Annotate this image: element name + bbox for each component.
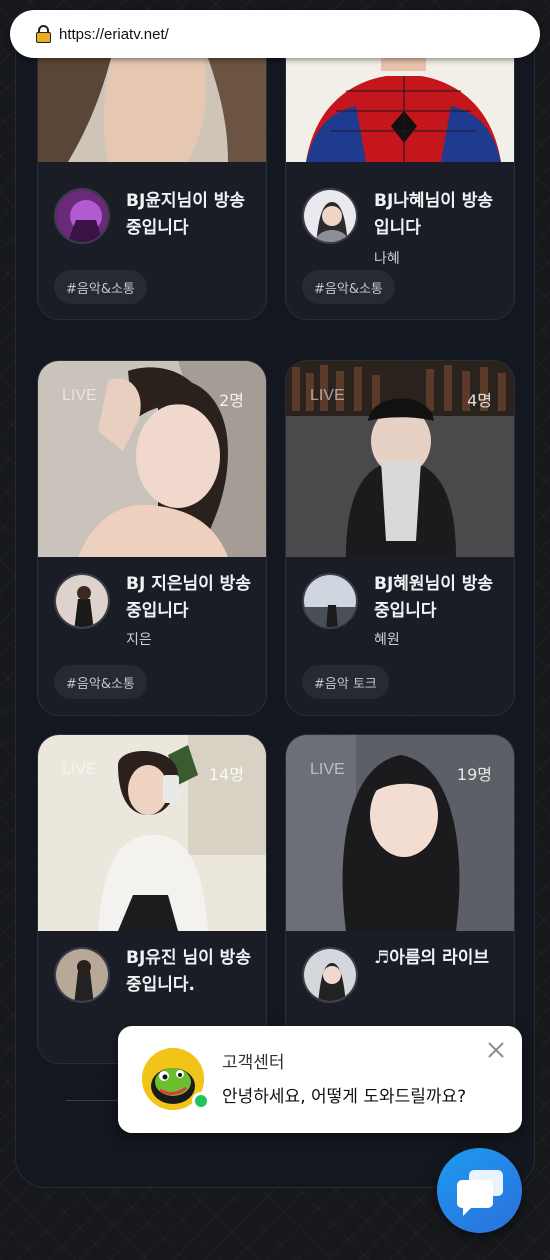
viewer-count: 4명	[467, 391, 492, 410]
avatar[interactable]	[54, 188, 110, 244]
category-tag[interactable]: #음악&소통	[302, 270, 395, 304]
category-tag[interactable]: #음악 토크	[302, 665, 389, 699]
streamer-name: 지은	[126, 632, 152, 648]
category-tag[interactable]: #음악&소통	[54, 665, 147, 699]
support-title: 고객센터	[222, 1053, 285, 1073]
stream-title[interactable]: ♬아름의 라이브	[374, 945, 504, 972]
stream-thumbnail[interactable]: LIVE 14명	[38, 735, 266, 931]
stream-card[interactable]: LIVE 4명 BJ혜원님이 방송중입니다 혜원 #음악 토크	[285, 360, 515, 716]
avatar[interactable]	[54, 573, 110, 629]
chat-button[interactable]	[437, 1148, 522, 1233]
close-icon[interactable]	[486, 1040, 506, 1060]
url-text: https://eriatv.net/	[59, 25, 169, 43]
streamer-name: 혜원	[374, 632, 400, 648]
stream-card[interactable]: LIVE 2명 BJ 지은님이 방송중입니다 지은 #음악&소통	[37, 360, 267, 716]
viewer-count: 19명	[456, 765, 492, 784]
live-label: LIVE	[310, 761, 345, 778]
viewer-count: 14명	[208, 765, 244, 784]
viewer-count: 2명	[219, 391, 244, 410]
stream-card[interactable]: LIVE 14명 BJ유진 님이 방송중입니다.	[37, 734, 267, 1064]
stream-title[interactable]: BJ유진 님이 방송중입니다.	[126, 945, 256, 999]
stream-title[interactable]: BJ혜원님이 방송중입니다	[374, 571, 504, 625]
live-label: LIVE	[62, 387, 97, 404]
avatar[interactable]	[54, 947, 110, 1003]
stream-card[interactable]: BJ나혜님이 방송 입니다 나혜 #음악&소통	[285, 30, 515, 320]
lock-icon	[36, 25, 51, 43]
support-message: 안녕하세요, 어떻게 도와드릴까요?	[222, 1087, 467, 1107]
divider	[66, 1100, 126, 1101]
streamer-name: 나혜	[374, 251, 400, 267]
stream-title[interactable]: BJ나혜님이 방송 입니다	[374, 188, 504, 242]
stream-thumbnail[interactable]: LIVE 19명	[286, 735, 514, 931]
avatar[interactable]	[302, 188, 358, 244]
stream-card[interactable]: LIVE 19명 ♬아름의 라이브	[285, 734, 515, 1064]
live-label: LIVE	[310, 387, 345, 404]
stream-thumbnail[interactable]: LIVE 4명	[286, 361, 514, 557]
category-tag[interactable]: #음악&소통	[54, 270, 147, 304]
stream-thumbnail[interactable]: LIVE 2명	[38, 361, 266, 557]
address-bar[interactable]: https://eriatv.net/	[10, 10, 540, 58]
avatar[interactable]	[302, 947, 358, 1003]
chat-bubbles-icon	[457, 1170, 503, 1216]
live-label: LIVE	[62, 761, 97, 778]
stream-list-panel: BJ윤지님이 방송중입니다 #음악&소통 BJ나혜님이 방송 입니다 나혜 #음…	[15, 30, 535, 1188]
avatar[interactable]	[302, 573, 358, 629]
stream-title[interactable]: BJ 지은님이 방송중입니다	[126, 571, 256, 625]
stream-title[interactable]: BJ윤지님이 방송중입니다	[126, 188, 256, 242]
stream-card[interactable]: BJ윤지님이 방송중입니다 #음악&소통	[37, 30, 267, 320]
support-popup[interactable]: 고객센터 안녕하세요, 어떻게 도와드릴까요?	[118, 1026, 522, 1133]
online-status-icon	[192, 1092, 210, 1110]
